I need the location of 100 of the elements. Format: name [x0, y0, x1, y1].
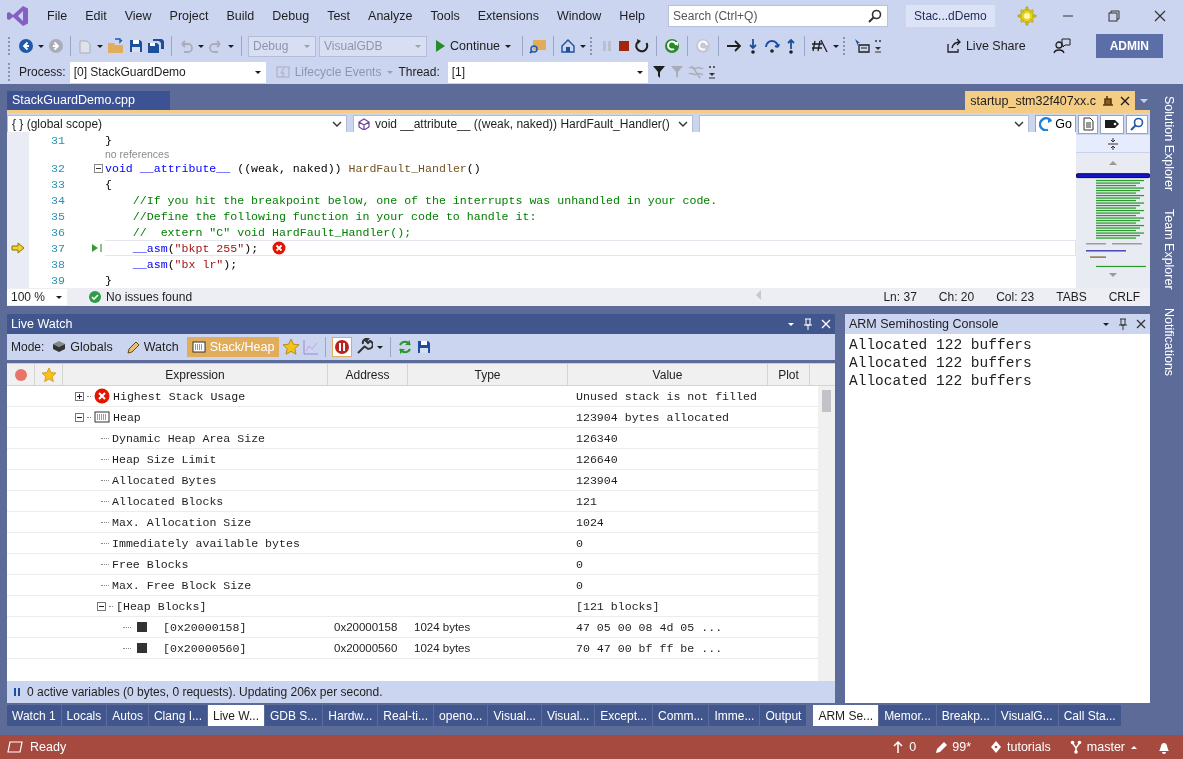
caret-icon[interactable]	[197, 42, 205, 50]
panel-tab[interactable]: Locals	[61, 705, 107, 726]
save-icon[interactable]	[128, 38, 144, 54]
status-item[interactable]: 0	[909, 740, 917, 754]
column-header[interactable]: Value	[568, 364, 768, 385]
document-tab[interactable]: StackGuardDemo.cpp	[7, 91, 170, 110]
status-text[interactable]: CRLF	[1108, 290, 1140, 304]
zoom-dropdown[interactable]: 100 %	[7, 289, 67, 305]
menu-item[interactable]: Debug	[263, 6, 319, 26]
mode-tab[interactable]: Watch	[120, 337, 184, 357]
status-text[interactable]: Ln: 37	[883, 290, 917, 304]
wrench-icon[interactable]	[355, 338, 374, 356]
search-field[interactable]: Search (Ctrl+Q)	[668, 5, 889, 27]
menu-item[interactable]: Analyze	[359, 6, 422, 26]
panel-tab[interactable]: GDB S...	[265, 705, 323, 726]
panel-tab[interactable]: Live W...	[208, 705, 264, 726]
account-button[interactable]: ADMIN	[1095, 34, 1163, 58]
status-item[interactable]: tutorials	[1007, 740, 1051, 754]
caret-icon[interactable]	[96, 42, 104, 50]
expand-icon[interactable]	[75, 412, 84, 422]
filter-icon[interactable]	[651, 65, 666, 79]
search-button[interactable]	[1126, 114, 1148, 134]
tag-button[interactable]	[1100, 114, 1124, 134]
status-item[interactable]: 99*	[952, 740, 971, 754]
panel-tab[interactable]: Comm...	[653, 705, 709, 726]
panel-tab[interactable]: ARM Se...	[813, 705, 879, 726]
run-to-cursor-icon[interactable]	[90, 243, 104, 253]
status-item[interactable]: master	[1086, 740, 1125, 754]
panel-tab[interactable]: Real-ti...	[378, 705, 434, 726]
status-text[interactable]: TABS	[1056, 290, 1087, 304]
refresh-icon[interactable]	[663, 37, 682, 55]
thread-dropdown[interactable]: [1]	[447, 61, 648, 83]
thread-icon[interactable]	[853, 38, 872, 54]
save-icon[interactable]	[416, 339, 433, 355]
panel-tab[interactable]: Output	[760, 705, 807, 726]
column-header[interactable]: Address	[328, 364, 408, 385]
collapse-icon[interactable]	[94, 163, 103, 173]
panel-tab[interactable]: Autos	[107, 705, 148, 726]
mode-tab[interactable]: Globals	[47, 337, 118, 357]
save-all-icon[interactable]	[147, 38, 165, 54]
live-share-button[interactable]: Live Share	[941, 36, 1030, 56]
step-over-icon[interactable]	[763, 38, 782, 54]
splitter-icon[interactable]	[1107, 136, 1119, 151]
menu-item[interactable]: Build	[217, 6, 264, 26]
feedback-icon[interactable]	[1052, 38, 1071, 54]
caret-icon[interactable]	[37, 42, 45, 50]
menu-item[interactable]: View	[115, 6, 161, 26]
pause-icon[interactable]	[332, 337, 353, 357]
column-header[interactable]: Type	[408, 364, 568, 385]
status-text[interactable]: Col: 23	[996, 290, 1035, 304]
restore-icon[interactable]	[1108, 10, 1120, 22]
back-icon[interactable]	[18, 38, 34, 54]
panel-tab[interactable]: Memor...	[879, 705, 936, 726]
side-tab[interactable]: Team Explorer	[1159, 207, 1179, 292]
menu-item[interactable]: Edit	[76, 6, 116, 26]
menu-item[interactable]: Project	[160, 6, 218, 26]
panel-tab[interactable]: Call Sta...	[1058, 705, 1121, 726]
restart-icon[interactable]	[634, 38, 651, 54]
find-folder-icon[interactable]	[529, 38, 548, 54]
panel-tab[interactable]: Clang I...	[148, 705, 207, 726]
caret-icon[interactable]	[1130, 743, 1138, 751]
menu-item[interactable]: Extensions	[468, 6, 548, 26]
column-header[interactable]: Expression	[63, 364, 328, 385]
caret-icon[interactable]	[579, 42, 588, 50]
stop-icon[interactable]	[617, 39, 632, 53]
menu-item[interactable]: Test	[318, 6, 360, 26]
scrollbar[interactable]	[818, 386, 835, 681]
menu-item[interactable]: Help	[610, 6, 655, 26]
star-icon[interactable]	[282, 338, 301, 356]
process-dropdown[interactable]: [0] StackGuardDemo	[69, 61, 266, 83]
panel-tab[interactable]: Breakp...	[936, 705, 995, 726]
bell-icon[interactable]	[1157, 740, 1171, 754]
arrow-right-icon[interactable]	[725, 38, 744, 54]
panel-tab[interactable]: openo...	[434, 705, 488, 726]
caret-icon[interactable]	[376, 343, 385, 351]
continue-button[interactable]: Continue	[430, 37, 517, 55]
close-icon[interactable]	[1154, 10, 1166, 22]
preview-tab[interactable]: startup_stm32f407xx.c	[965, 91, 1135, 110]
issues-status[interactable]: No issues found	[106, 290, 193, 304]
overflow-icon[interactable]	[874, 39, 883, 53]
breakpoint-icon[interactable]	[14, 368, 27, 381]
side-tab[interactable]: Solution Explorer	[1159, 94, 1179, 194]
menu-item[interactable]: Window	[547, 6, 611, 26]
menu-item[interactable]: Tools	[421, 6, 469, 26]
caret-icon[interactable]	[832, 42, 841, 50]
home-icon[interactable]	[560, 38, 577, 54]
panel-tab[interactable]: Visual...	[541, 705, 595, 726]
panel-tab[interactable]: Hardw...	[323, 705, 378, 726]
close-icon[interactable]	[1120, 95, 1130, 106]
panel-tab[interactable]: Imme...	[709, 705, 760, 726]
panel-tab[interactable]: VisualG...	[995, 705, 1058, 726]
star-icon[interactable]	[40, 366, 57, 383]
panel-tab[interactable]: Watch 1	[7, 705, 61, 726]
column-header[interactable]: Plot	[768, 364, 810, 385]
panel-tab[interactable]: Except...	[595, 705, 653, 726]
menu-item[interactable]: File	[38, 6, 77, 26]
caret-icon[interactable]	[787, 320, 795, 328]
caret-icon[interactable]	[227, 42, 235, 50]
expand-icon[interactable]	[75, 391, 84, 401]
codelens-text[interactable]: no references	[105, 148, 170, 160]
